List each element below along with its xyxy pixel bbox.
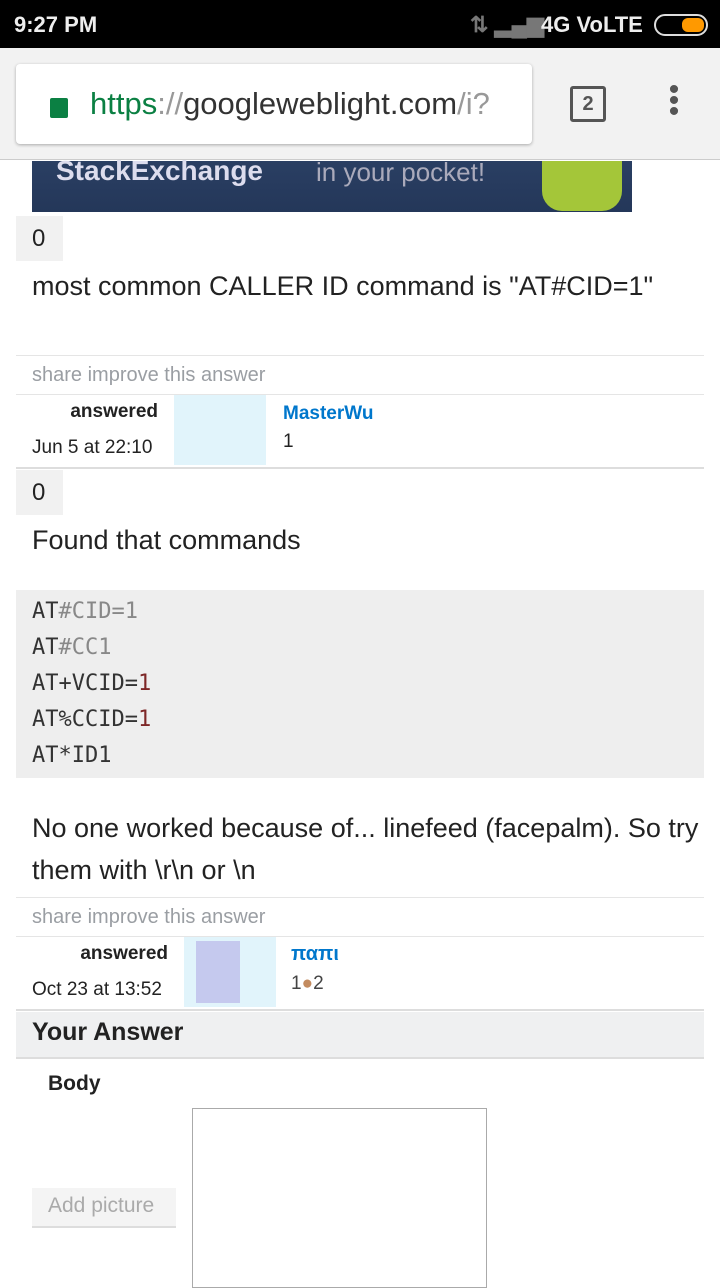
- user-signature: answered Oct 23 at 13:52 παπι 1●2: [16, 937, 704, 1011]
- answered-date: Oct 23 at 13:52: [32, 979, 162, 1000]
- lock-icon: [50, 98, 68, 118]
- code-token: #CID=1: [58, 599, 138, 624]
- code-line: AT#CID=1: [32, 594, 688, 630]
- code-token: 1: [137, 671, 152, 696]
- body-label: Body: [48, 1072, 101, 1095]
- code-token: AT*ID1: [32, 743, 112, 768]
- reputation: 1: [283, 431, 294, 452]
- android-icon: [542, 161, 622, 211]
- user-link[interactable]: παπι: [291, 943, 339, 966]
- code-block: AT#CID=1 AT#CC1 AT+VCID=1 AT%CCID=1 AT*ID1: [16, 590, 704, 778]
- vote-count: 0: [16, 470, 63, 515]
- answer-body-textarea[interactable]: [192, 1108, 487, 1288]
- code-token: AT%CCID=: [32, 707, 138, 732]
- add-picture-button[interactable]: Add picture: [32, 1188, 176, 1228]
- url-sep: ://: [157, 86, 184, 121]
- browser-toolbar: https://googleweblight.com/i? 2 • • •: [0, 48, 720, 160]
- code-line: AT%CCID=1: [32, 702, 688, 738]
- badge-count: 2: [313, 973, 324, 994]
- code-token: 1: [137, 707, 152, 732]
- url-scheme: https: [90, 86, 158, 121]
- user-signature: answered Jun 5 at 22:10 MasterWu 1: [16, 395, 704, 469]
- answered-label: answered: [70, 401, 158, 422]
- avatar[interactable]: [174, 395, 266, 465]
- bronze-badge-icon: ●: [301, 973, 314, 994]
- code-token: AT: [32, 635, 59, 660]
- status-bar: 9:27 PM ⇅ ▂▄▆ 4G VoLTE: [0, 0, 720, 48]
- url-host: googleweblight.com: [183, 86, 458, 121]
- rep-value: 1: [291, 973, 302, 994]
- menu-icon[interactable]: • • •: [664, 75, 684, 127]
- answer-body: Found that commands: [32, 525, 301, 555]
- code-line: AT+VCID=1: [32, 666, 688, 702]
- url-path: /i?: [457, 86, 490, 121]
- answered-label: answered: [80, 943, 168, 964]
- battery-icon: [654, 14, 708, 36]
- code-token: AT+VCID=: [32, 671, 138, 696]
- code-line: AT#CC1: [32, 630, 688, 666]
- user-link[interactable]: MasterWu: [283, 403, 373, 425]
- app-banner[interactable]: StackExchange in your pocket!: [32, 155, 632, 212]
- banner-title: StackExchange: [56, 155, 263, 186]
- avatar[interactable]: [184, 937, 276, 1007]
- answered-date: Jun 5 at 22:10: [32, 437, 153, 458]
- answer-body: No one worked because of... linefeed (fa…: [32, 813, 699, 885]
- code-line: AT*ID1: [32, 738, 688, 774]
- tab-switcher-button[interactable]: 2: [570, 86, 606, 122]
- code-token: #CC1: [58, 635, 112, 660]
- reputation: 1●2: [291, 973, 324, 995]
- answer-body: most common CALLER ID command is "AT#CID…: [32, 271, 654, 301]
- share-improve-links[interactable]: share improve this answer: [16, 355, 704, 395]
- your-answer-heading: Your Answer: [16, 1012, 704, 1059]
- vote-count: 0: [16, 216, 63, 261]
- banner-tagline: in your pocket!: [316, 157, 486, 187]
- network-label: 4G VoLTE: [541, 12, 643, 37]
- clock: 9:27 PM: [14, 12, 98, 37]
- url-bar[interactable]: https://googleweblight.com/i?: [16, 64, 532, 144]
- share-improve-links[interactable]: share improve this answer: [16, 897, 704, 937]
- signal-icon: ⇅ ▂▄▆: [470, 12, 544, 37]
- code-token: AT: [32, 599, 59, 624]
